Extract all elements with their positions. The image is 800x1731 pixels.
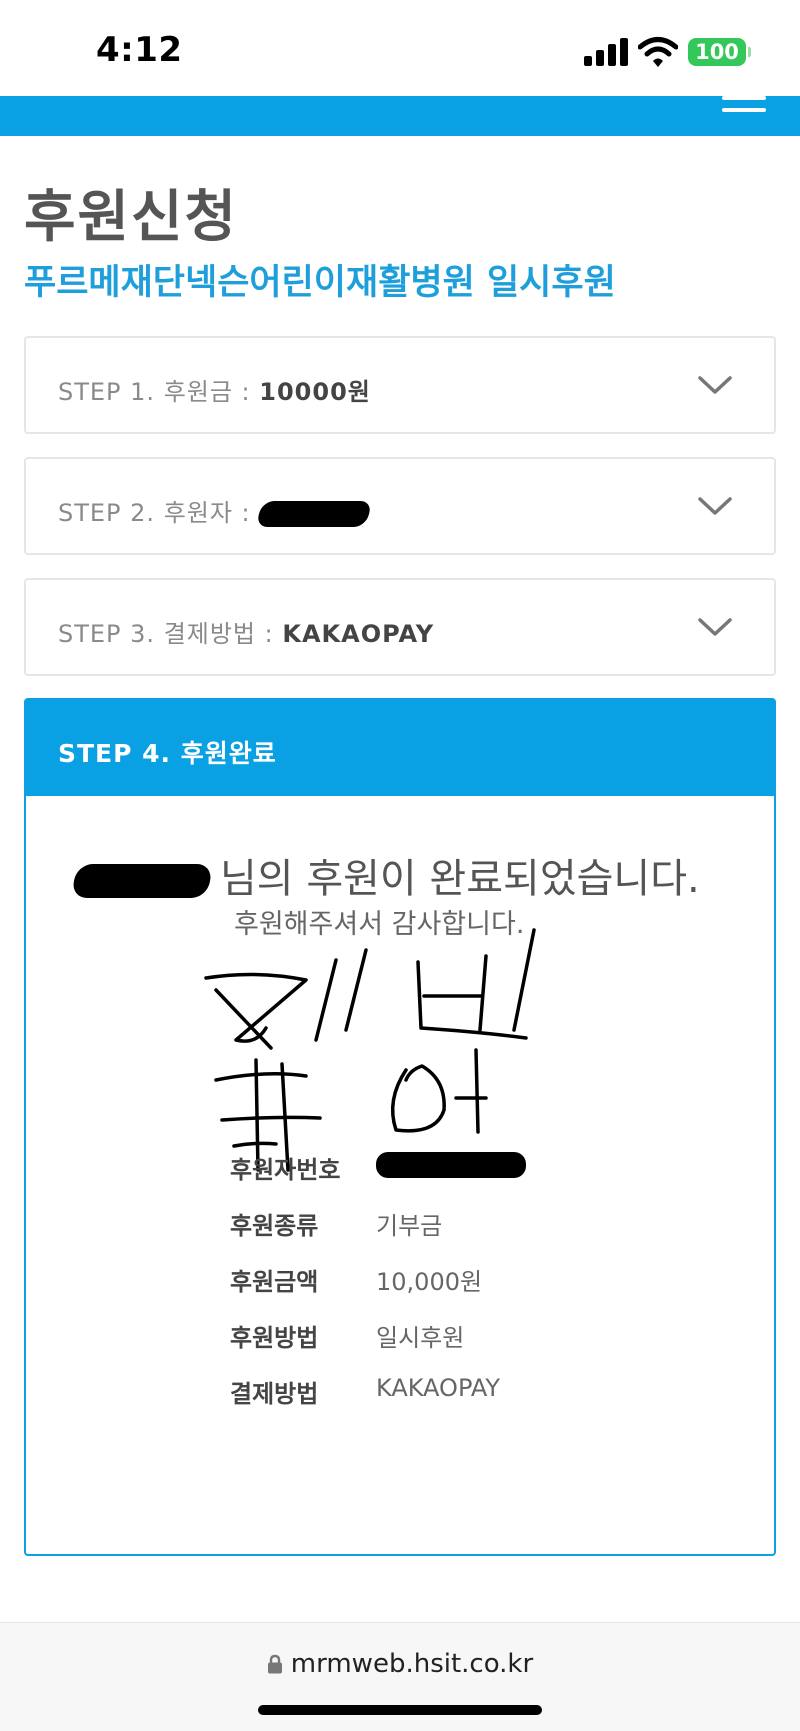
cellular-signal-icon — [584, 38, 628, 66]
chevron-down-icon[interactable] — [698, 489, 732, 523]
info-value: 10,000원 — [376, 1268, 483, 1296]
status-bar: 4:12 100 — [0, 0, 800, 96]
battery-icon: 100 — [688, 38, 751, 66]
step-3-card[interactable]: STEP 3. 결제방법 : KAKAOPAY — [24, 578, 776, 676]
lock-icon — [267, 1654, 282, 1674]
step-4-header: STEP 4. 후원완료 — [26, 700, 774, 796]
chevron-down-icon[interactable] — [698, 368, 732, 402]
step-4-panel: STEP 4. 후원완료 님의 후원이 완료되었습니다. 후원해주셔서 감사합니… — [24, 698, 776, 1556]
page-subtitle: 푸르메재단넥슨어린이재활병원 일시후원 — [24, 263, 616, 303]
step-3-label: STEP 3. 결제방법 : KAKAOPAY — [58, 620, 435, 648]
step-2-card[interactable]: STEP 2. 후원자 : — [24, 457, 776, 555]
info-value — [376, 1150, 526, 1178]
browser-url-bar[interactable]: mrmweb.hsit.co.kr — [0, 1622, 800, 1731]
info-value: 기부금 — [376, 1212, 443, 1240]
step-1-label: STEP 1. 후원금 : 10000원 — [58, 378, 371, 406]
step-1-card[interactable]: STEP 1. 후원금 : 10000원 — [24, 336, 776, 434]
chevron-down-icon[interactable] — [698, 610, 732, 644]
info-key: 후원자번호 — [230, 1156, 341, 1184]
menu-icon[interactable] — [722, 96, 766, 120]
redaction-mark — [376, 1152, 526, 1178]
handwritten-scribble — [204, 928, 536, 1172]
url-text: mrmweb.hsit.co.kr — [290, 1649, 534, 1679]
info-key: 후원금액 — [230, 1268, 319, 1296]
info-value: 일시후원 — [376, 1324, 465, 1352]
completion-message: 님의 후원이 완료되었습니다. — [71, 846, 764, 904]
header-bar — [0, 96, 800, 136]
redaction-mark — [71, 864, 213, 898]
step-2-label: STEP 2. 후원자 : — [58, 493, 373, 528]
info-value: KAKAOPAY — [376, 1374, 501, 1402]
redaction-mark — [255, 501, 373, 527]
info-key: 후원종류 — [230, 1212, 319, 1240]
page-title: 후원신청 — [24, 185, 239, 250]
wifi-icon — [638, 37, 678, 67]
step-3-value: KAKAOPAY — [282, 620, 435, 648]
step-4-label: STEP 4. 후원완료 — [58, 739, 277, 768]
url-display[interactable]: mrmweb.hsit.co.kr — [0, 1649, 800, 1679]
step-1-value: 10000원 — [259, 378, 371, 406]
info-key: 결제방법 — [230, 1380, 319, 1408]
status-time: 4:12 — [96, 30, 183, 70]
info-key: 후원방법 — [230, 1324, 319, 1352]
home-indicator[interactable] — [258, 1705, 542, 1715]
